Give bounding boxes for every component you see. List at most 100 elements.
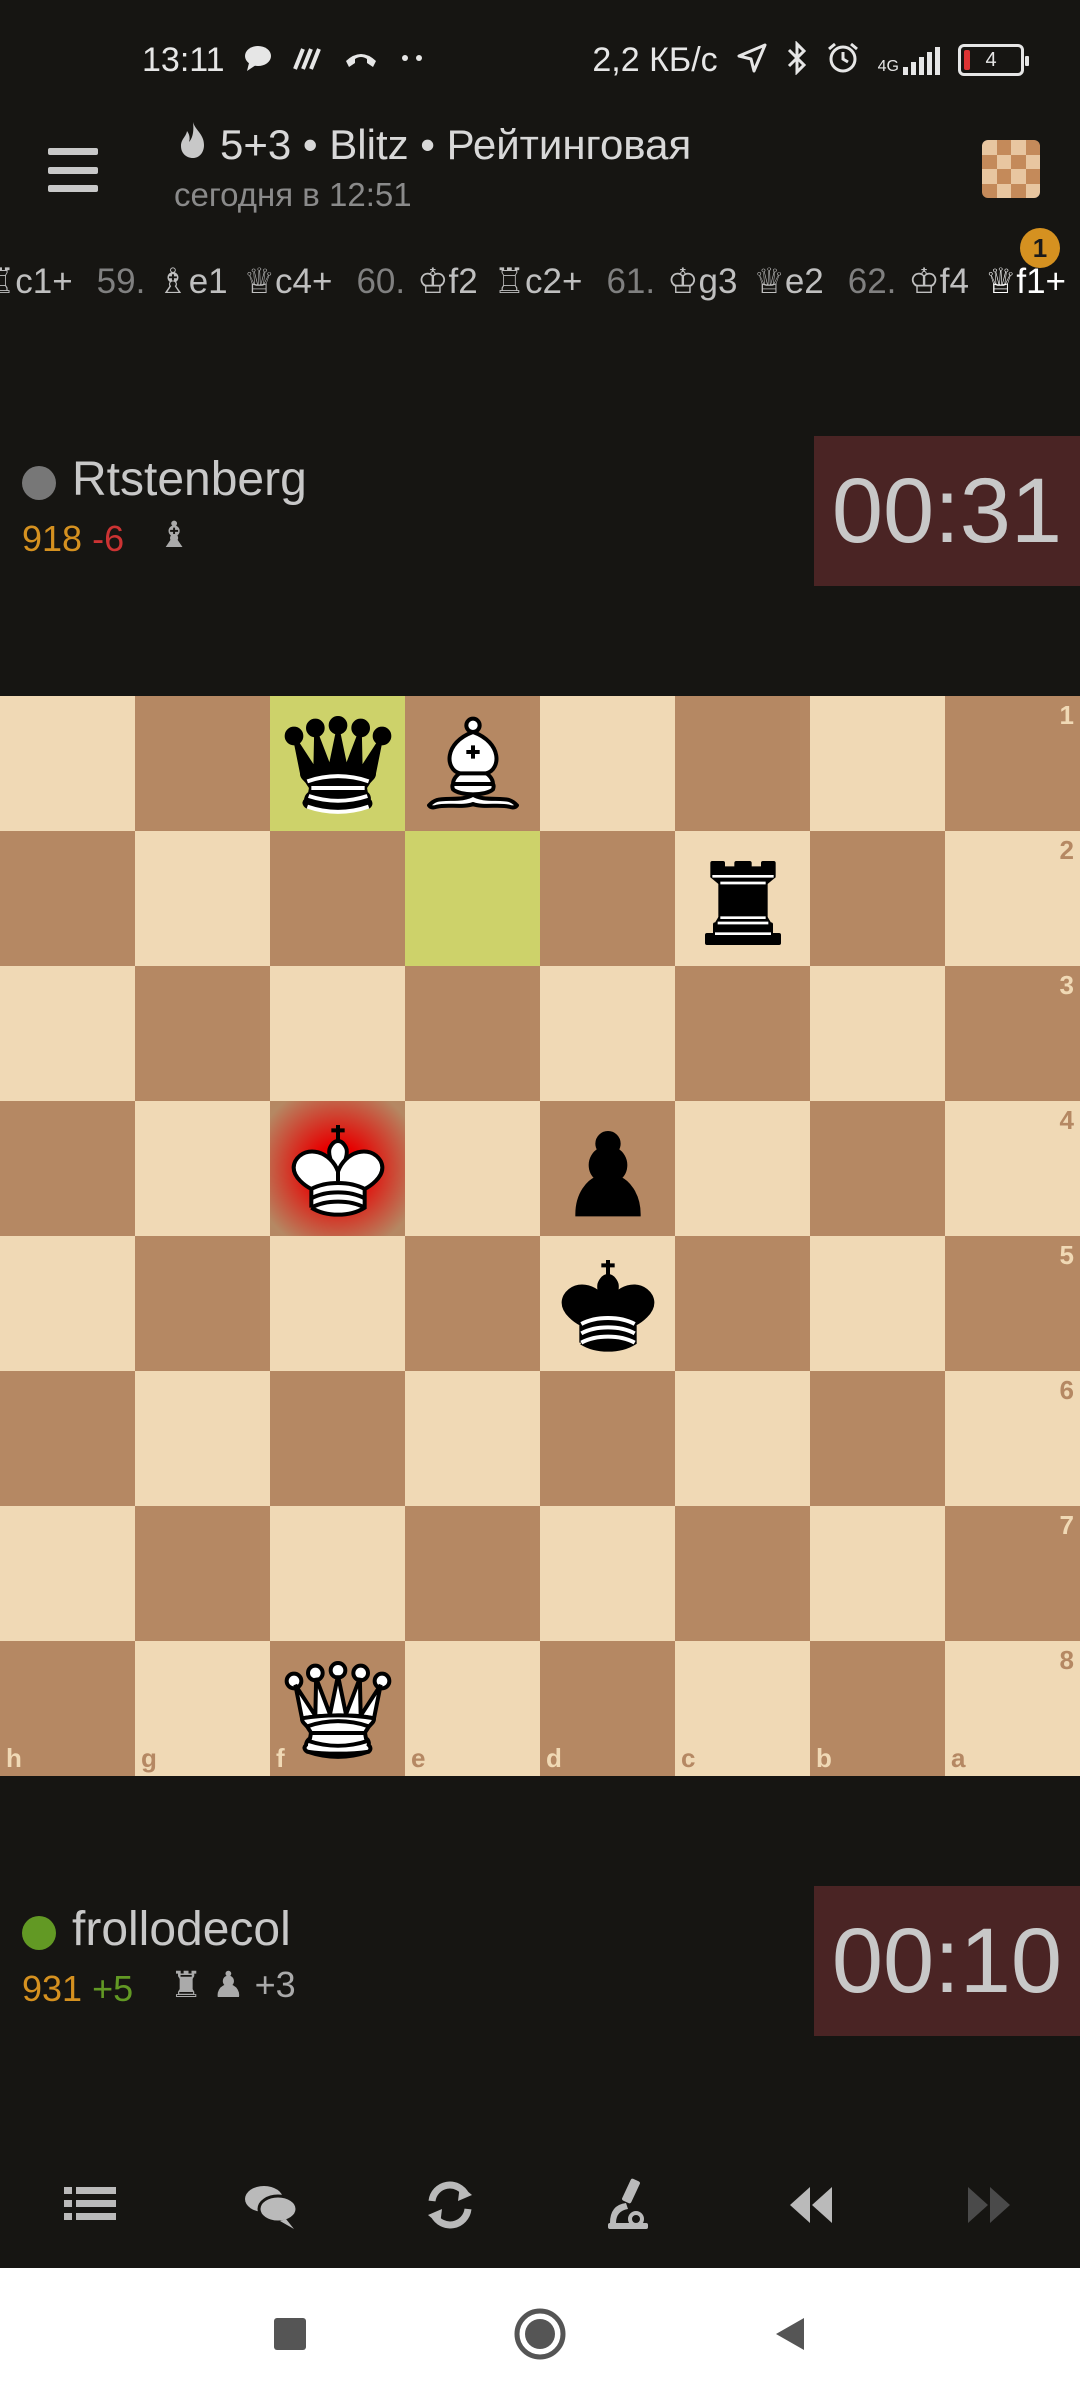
- next-move-icon[interactable]: [930, 2160, 1050, 2250]
- square-c5[interactable]: [675, 1236, 810, 1371]
- square-f3[interactable]: [270, 966, 405, 1101]
- chess-board[interactable]: 1 23 4 567 hgf edcb8a: [0, 696, 1080, 1776]
- square-a4[interactable]: 4: [945, 1101, 1080, 1236]
- square-h8[interactable]: h: [0, 1641, 135, 1776]
- square-e3[interactable]: [405, 966, 540, 1101]
- square-d1[interactable]: [540, 696, 675, 831]
- square-h3[interactable]: [0, 966, 135, 1101]
- square-e7[interactable]: [405, 1506, 540, 1641]
- square-b5[interactable]: [810, 1236, 945, 1371]
- square-e1[interactable]: [405, 696, 540, 831]
- analysis-icon[interactable]: [570, 2160, 690, 2250]
- square-a3[interactable]: 3: [945, 966, 1080, 1101]
- online-status-dot: [22, 1916, 56, 1950]
- square-g7[interactable]: [135, 1506, 270, 1641]
- square-a5[interactable]: 5: [945, 1236, 1080, 1371]
- square-g2[interactable]: [135, 831, 270, 966]
- square-b7[interactable]: [810, 1506, 945, 1641]
- square-b1[interactable]: [810, 696, 945, 831]
- white-king-icon[interactable]: [278, 1109, 398, 1229]
- square-h5[interactable]: [0, 1236, 135, 1371]
- square-d2[interactable]: [540, 831, 675, 966]
- square-c4[interactable]: [675, 1101, 810, 1236]
- square-h2[interactable]: [0, 831, 135, 966]
- move[interactable]: ♗e1: [157, 262, 227, 302]
- bluetooth-icon: [786, 39, 808, 80]
- square-a1[interactable]: 1: [945, 696, 1080, 831]
- move[interactable]: ♕e2: [753, 262, 823, 302]
- square-g4[interactable]: [135, 1101, 270, 1236]
- black-queen-icon[interactable]: [278, 704, 398, 824]
- square-d8[interactable]: d: [540, 1641, 675, 1776]
- square-d7[interactable]: [540, 1506, 675, 1641]
- square-a2[interactable]: 2: [945, 831, 1080, 966]
- square-h6[interactable]: [0, 1371, 135, 1506]
- square-d6[interactable]: [540, 1371, 675, 1506]
- square-f1[interactable]: [270, 696, 405, 831]
- square-g6[interactable]: [135, 1371, 270, 1506]
- square-g1[interactable]: [135, 696, 270, 831]
- square-c1[interactable]: [675, 696, 810, 831]
- black-rook-icon[interactable]: [683, 839, 803, 959]
- correspondence-games-icon[interactable]: [982, 140, 1040, 198]
- white-bishop-icon[interactable]: [413, 704, 533, 824]
- rating-diff: -6: [92, 518, 125, 559]
- square-g8[interactable]: g: [135, 1641, 270, 1776]
- move[interactable]: ♖c1+: [0, 262, 73, 302]
- square-g3[interactable]: [135, 966, 270, 1101]
- square-e4[interactable]: [405, 1101, 540, 1236]
- black-pawn-icon[interactable]: [548, 1109, 668, 1229]
- square-c2[interactable]: [675, 831, 810, 966]
- square-c8[interactable]: c: [675, 1641, 810, 1776]
- square-b2[interactable]: [810, 831, 945, 966]
- square-e6[interactable]: [405, 1371, 540, 1506]
- black-king-icon[interactable]: [548, 1244, 668, 1364]
- move[interactable]: ♔g3: [667, 262, 737, 302]
- square-b3[interactable]: [810, 966, 945, 1101]
- square-f4[interactable]: [270, 1101, 405, 1236]
- square-c3[interactable]: [675, 966, 810, 1101]
- square-d4[interactable]: [540, 1101, 675, 1236]
- square-c7[interactable]: [675, 1506, 810, 1641]
- square-b6[interactable]: [810, 1371, 945, 1506]
- move[interactable]: ♔f2: [417, 262, 478, 302]
- white-queen-icon[interactable]: [278, 1649, 398, 1769]
- square-d5[interactable]: [540, 1236, 675, 1371]
- message-icon: [243, 43, 273, 78]
- square-f6[interactable]: [270, 1371, 405, 1506]
- move[interactable]: ♕c4+: [244, 262, 333, 302]
- square-f2[interactable]: [270, 831, 405, 966]
- square-a7[interactable]: 7: [945, 1506, 1080, 1641]
- square-f5[interactable]: [270, 1236, 405, 1371]
- square-d3[interactable]: [540, 966, 675, 1101]
- bottom-player-name[interactable]: frollodecol: [72, 1902, 291, 1957]
- square-a6[interactable]: 6: [945, 1371, 1080, 1506]
- square-f7[interactable]: [270, 1506, 405, 1641]
- square-e5[interactable]: [405, 1236, 540, 1371]
- square-c6[interactable]: [675, 1371, 810, 1506]
- move-list[interactable]: ♖c1+ 59. ♗e1 ♕c4+ 60. ♔f2 ♖c2+ 61. ♔g3 ♕e2 62. ♔f4 ♕…: [0, 252, 1080, 312]
- square-b4[interactable]: [810, 1101, 945, 1236]
- square-h1[interactable]: [0, 696, 135, 831]
- square-h4[interactable]: [0, 1101, 135, 1236]
- recent-apps-icon[interactable]: [260, 2304, 320, 2364]
- previous-move-icon[interactable]: [750, 2160, 870, 2250]
- chat-icon[interactable]: [210, 2160, 330, 2250]
- square-b8[interactable]: b: [810, 1641, 945, 1776]
- square-a8[interactable]: 8a: [945, 1641, 1080, 1776]
- move[interactable]: ♔f4: [908, 262, 969, 302]
- square-e8[interactable]: e: [405, 1641, 540, 1776]
- flip-board-icon[interactable]: [390, 2160, 510, 2250]
- move[interactable]: ♖c2+: [494, 262, 583, 302]
- top-player-name[interactable]: Rtstenberg: [72, 452, 307, 507]
- square-h7[interactable]: [0, 1506, 135, 1641]
- list-icon[interactable]: [30, 2160, 150, 2250]
- square-f8[interactable]: f: [270, 1641, 405, 1776]
- hamburger-menu-icon[interactable]: [48, 148, 98, 192]
- back-icon[interactable]: [760, 2304, 820, 2364]
- home-icon[interactable]: [510, 2304, 570, 2364]
- square-g5[interactable]: [135, 1236, 270, 1371]
- rank-label: 1: [1059, 700, 1074, 730]
- square-e2[interactable]: [405, 831, 540, 966]
- current-move[interactable]: ♕f1+: [985, 262, 1066, 302]
